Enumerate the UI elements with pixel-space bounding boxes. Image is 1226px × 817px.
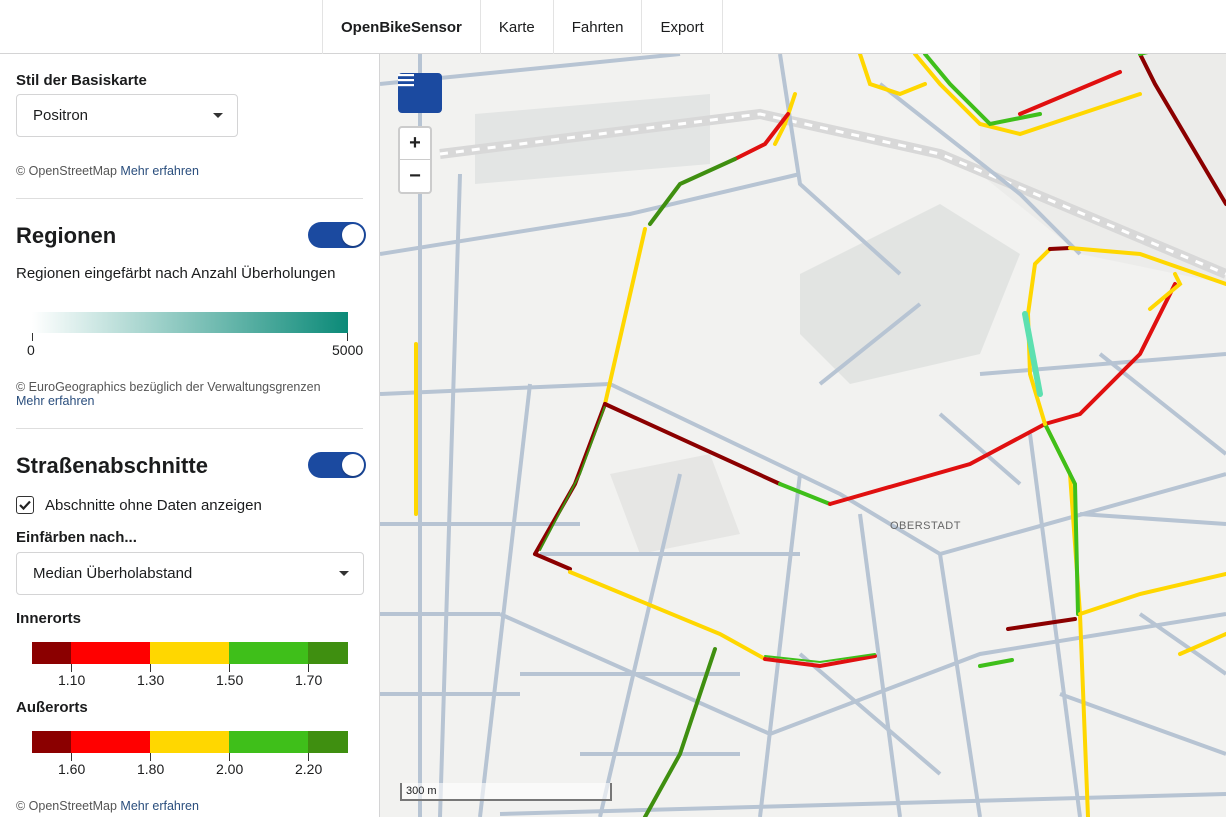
regions-attribution: © EuroGeographics bezüglich der Verwaltu… <box>16 380 366 408</box>
zoom-out-button[interactable]: − <box>400 160 430 192</box>
legend-tick-label: 2.20 <box>295 761 323 777</box>
legend-swatch <box>71 642 150 664</box>
gradient-max-label: 5000 <box>332 342 364 358</box>
tick-mark <box>71 753 72 761</box>
top-navigation: OpenBikeSensor Karte Fahrten Export <box>0 0 1226 54</box>
regions-toggle[interactable] <box>308 222 366 248</box>
nav-item-karte[interactable]: Karte <box>479 0 553 54</box>
legend-swatch <box>150 731 229 753</box>
toggle-knob <box>342 224 364 246</box>
legend-swatch <box>32 642 71 664</box>
segment-yellow <box>1078 572 1226 616</box>
tick-mark <box>150 753 151 761</box>
legend-tick-label: 1.10 <box>58 672 86 688</box>
color-by-select[interactable]: Median Überholabstand <box>16 552 364 595</box>
segments-more-link[interactable]: Mehr erfahren <box>120 799 199 813</box>
checkmark-icon <box>19 500 31 511</box>
map-menu-button[interactable] <box>398 73 442 113</box>
basemap-attribution: © OpenStreetMap Mehr erfahren <box>16 164 199 178</box>
divider <box>16 198 363 199</box>
basemap-more-link[interactable]: Mehr erfahren <box>120 164 199 178</box>
regions-title: Regionen <box>16 223 117 248</box>
legend-swatch <box>229 642 308 664</box>
regions-gradient-bar <box>32 312 348 333</box>
legend-swatch <box>229 731 308 753</box>
basemap-label: Stil der Basiskarte <box>16 72 147 89</box>
color-by-select-value: Median Überholabstand <box>33 565 193 582</box>
segment-darkred <box>533 552 572 571</box>
basemap-select[interactable]: Positron <box>16 94 238 137</box>
basemap-attribution-text: © OpenStreetMap <box>16 164 117 178</box>
nav-item-fahrten[interactable]: Fahrten <box>552 0 642 54</box>
scale-bar: 300 m <box>400 783 612 801</box>
innerorts-legend-bar <box>32 642 348 664</box>
tick-mark <box>71 664 72 672</box>
legend-swatch <box>32 731 71 753</box>
tick-mark <box>229 664 230 672</box>
segments-attribution: © OpenStreetMap Mehr erfahren <box>16 799 199 813</box>
segment-darkred <box>533 402 607 556</box>
ausserorts-legend-bar <box>32 731 348 753</box>
tick-mark <box>32 333 33 341</box>
segment-red <box>828 422 1047 506</box>
ausserorts-title: Außerorts <box>16 699 88 716</box>
color-by-label: Einfärben nach... <box>16 529 137 546</box>
show-empty-checkbox[interactable] <box>16 496 34 514</box>
toggle-knob <box>342 454 364 476</box>
segment-yellow <box>1178 632 1226 656</box>
segment-darkred <box>1048 246 1072 251</box>
tick-mark <box>229 753 230 761</box>
segment-yellow <box>603 227 647 406</box>
innerorts-title: Innerorts <box>16 610 82 627</box>
segment-darkred <box>1006 617 1077 631</box>
segments-toggle[interactable] <box>308 452 366 478</box>
legend-tick-label: 1.60 <box>58 761 86 777</box>
zoom-in-button[interactable]: + <box>400 128 430 160</box>
chevron-down-icon <box>339 571 349 576</box>
nav-menu: OpenBikeSensor Karte Fahrten Export <box>322 0 723 54</box>
regions-description: Regionen eingefärbt nach Anzahl Überholu… <box>16 265 336 282</box>
segments-attribution-text: © OpenStreetMap <box>16 799 117 813</box>
show-empty-label: Abschnitte ohne Daten anzeigen <box>45 497 262 514</box>
legend-swatch <box>71 731 150 753</box>
nav-brand[interactable]: OpenBikeSensor <box>322 0 480 54</box>
tick-mark <box>308 664 309 672</box>
district-label: OBERSTADT <box>890 520 961 532</box>
legend-swatch <box>150 642 229 664</box>
segment-yellow <box>568 570 767 661</box>
divider <box>16 428 363 429</box>
gradient-min-label: 0 <box>27 342 35 358</box>
zoom-control: + − <box>398 126 432 194</box>
legend-swatch <box>308 642 348 664</box>
legend-tick-label: 1.70 <box>295 672 323 688</box>
legend-swatch <box>308 731 348 753</box>
map-area <box>800 204 1020 384</box>
segment-yellow <box>858 54 927 97</box>
legend-tick-label: 2.00 <box>216 761 244 777</box>
regions-more-link[interactable]: Mehr erfahren <box>16 394 95 408</box>
nav-item-export[interactable]: Export <box>641 0 723 54</box>
segment-green <box>978 658 1014 668</box>
segments-title: Straßenabschnitte <box>16 453 208 478</box>
hamburger-menu-icon <box>398 74 414 87</box>
layer-sidebar: Stil der Basiskarte Positron © OpenStree… <box>0 54 380 817</box>
legend-tick-label: 1.30 <box>137 672 165 688</box>
basemap-select-value: Positron <box>33 107 89 124</box>
chevron-down-icon <box>213 113 223 118</box>
legend-tick-label: 1.50 <box>216 672 244 688</box>
map-canvas[interactable]: OBERSTADT + − 300 m <box>380 54 1226 817</box>
legend-tick-label: 1.80 <box>137 761 165 777</box>
tick-mark <box>308 753 309 761</box>
tick-mark <box>347 333 348 341</box>
tick-mark <box>150 664 151 672</box>
map-background <box>380 54 1226 817</box>
regions-attribution-text: © EuroGeographics bezüglich der Verwaltu… <box>16 380 321 394</box>
